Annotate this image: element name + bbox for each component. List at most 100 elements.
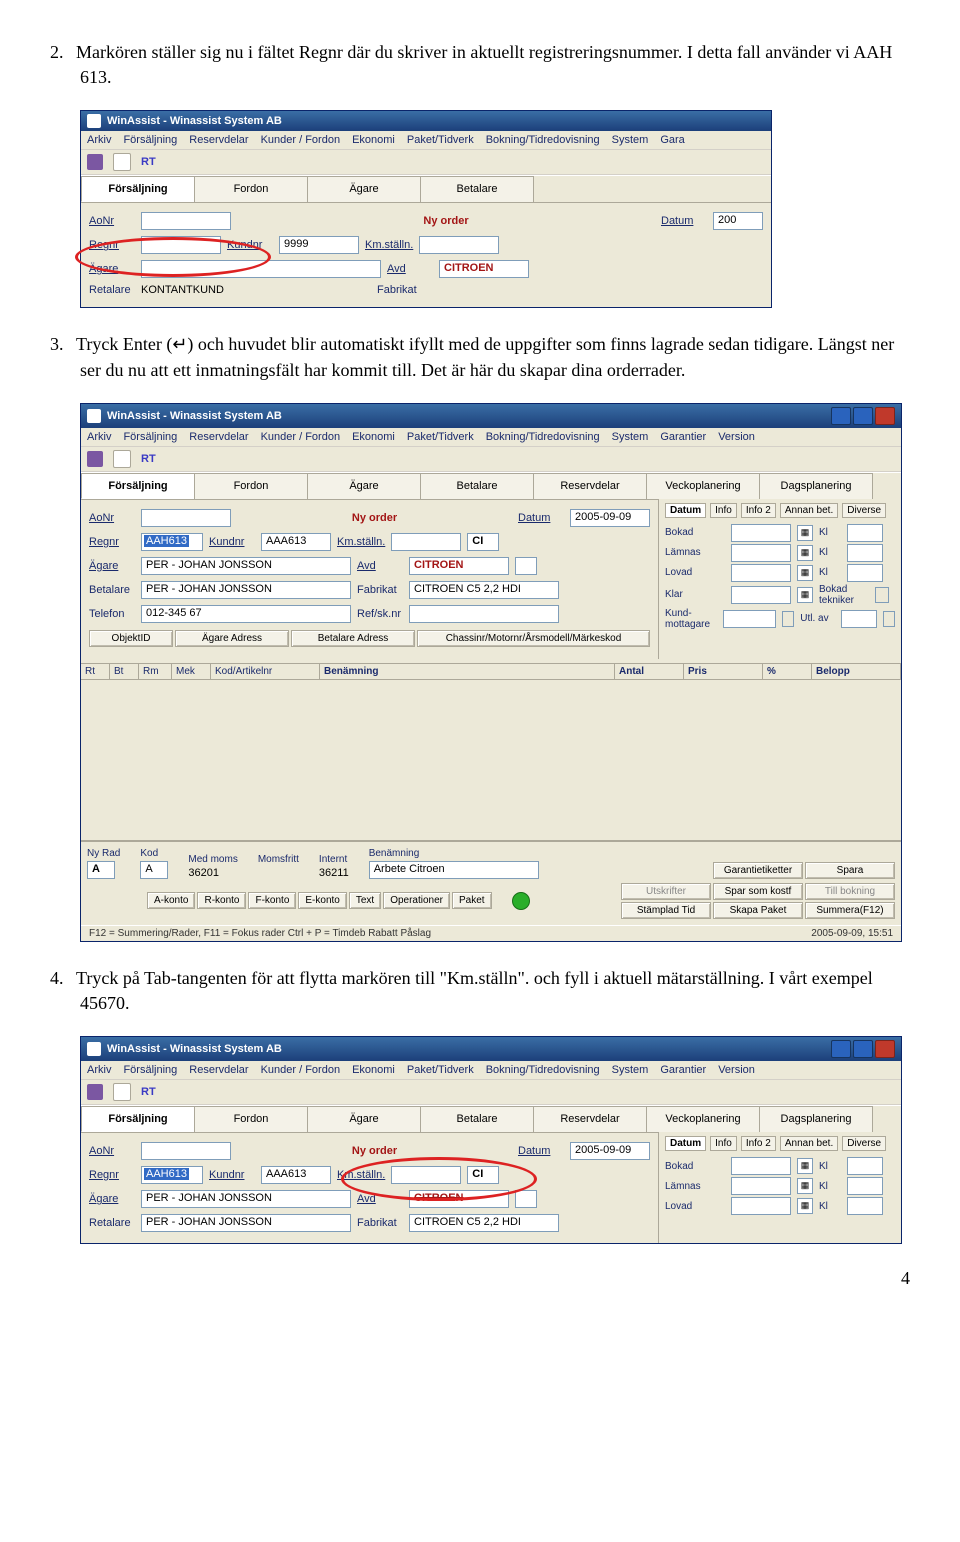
- tab-agare[interactable]: Ägare: [307, 1106, 421, 1132]
- kmstalln-field[interactable]: [391, 533, 461, 551]
- calendar-icon[interactable]: ▦: [797, 1178, 813, 1194]
- kl-field[interactable]: [847, 1197, 883, 1215]
- tab-dagsplanering[interactable]: Dagsplanering: [759, 1106, 873, 1132]
- menubar[interactable]: Arkiv Försäljning Reservdelar Kunder / F…: [81, 131, 771, 150]
- betalare-field[interactable]: PER - JOHAN JONSSON: [141, 581, 351, 599]
- kundnr-field[interactable]: AAA613: [261, 1166, 331, 1184]
- chassinr-button[interactable]: Chassinr/Motornr/Årsmodell/Märkeskod: [417, 630, 650, 647]
- ci-field[interactable]: CI: [467, 533, 499, 551]
- stamplad-tid-button[interactable]: Stämplad Tid: [621, 902, 711, 919]
- right-tab-annan[interactable]: Annan bet.: [780, 503, 838, 518]
- aonr-field[interactable]: [141, 509, 231, 527]
- ekonto-button[interactable]: E-konto: [298, 892, 346, 909]
- tab-agare[interactable]: Ägare: [307, 473, 421, 499]
- menu-item[interactable]: Kunder / Fordon: [261, 134, 341, 146]
- menu-item[interactable]: Reservdelar: [189, 134, 248, 146]
- rkonto-button[interactable]: R-konto: [197, 892, 246, 909]
- utl-dropdown[interactable]: [883, 611, 895, 627]
- kundnr-field[interactable]: AAA613: [261, 533, 331, 551]
- tab-betalare[interactable]: Betalare: [420, 473, 534, 499]
- kundmottagare-field[interactable]: [723, 610, 776, 628]
- close-button[interactable]: [875, 407, 895, 425]
- tab-betalare[interactable]: Betalare: [420, 176, 534, 202]
- nyrad-field[interactable]: A: [87, 861, 115, 879]
- regnr-field[interactable]: AAH613: [141, 533, 203, 551]
- toolbar-icon[interactable]: [87, 154, 103, 170]
- menu-item[interactable]: System: [612, 134, 649, 146]
- menu-item[interactable]: Paket/Tidverk: [407, 134, 474, 146]
- toolbar-icon[interactable]: [113, 1083, 131, 1101]
- datum-field[interactable]: 200: [713, 212, 763, 230]
- menu-item[interactable]: Försäljning: [123, 1064, 177, 1076]
- menu-item[interactable]: Paket/Tidverk: [407, 1064, 474, 1076]
- kod-field[interactable]: A: [140, 861, 168, 879]
- agare-field[interactable]: [141, 260, 381, 278]
- tab-forsaljning[interactable]: Försäljning: [81, 473, 195, 499]
- agare-field[interactable]: PER - JOHAN JONSSON: [141, 557, 351, 575]
- avd-dropdown[interactable]: [515, 1190, 537, 1208]
- lovad-field[interactable]: [731, 1197, 791, 1215]
- agare-adress-button[interactable]: Ägare Adress: [175, 630, 289, 647]
- akonto-button[interactable]: A-konto: [147, 892, 195, 909]
- menu-item[interactable]: Garantier: [660, 1064, 706, 1076]
- menu-item[interactable]: Ekonomi: [352, 431, 395, 443]
- menu-item[interactable]: Ekonomi: [352, 134, 395, 146]
- right-tab-datum[interactable]: Datum: [665, 1136, 706, 1151]
- calendar-icon[interactable]: ▦: [797, 1158, 813, 1174]
- toolbar-icon[interactable]: [113, 153, 131, 171]
- tab-forsaljning[interactable]: Försäljning: [81, 1106, 195, 1132]
- menu-item[interactable]: Garantier: [660, 431, 706, 443]
- betalare-adress-button[interactable]: Betalare Adress: [291, 630, 415, 647]
- right-tab-diverse[interactable]: Diverse: [842, 1136, 886, 1151]
- text-button[interactable]: Text: [349, 892, 381, 909]
- betalare-field[interactable]: PER - JOHAN JONSSON: [141, 1214, 351, 1232]
- utskrifter-button[interactable]: Utskrifter: [621, 883, 711, 900]
- menu-item[interactable]: Ekonomi: [352, 1064, 395, 1076]
- avd-field[interactable]: CITROEN: [409, 557, 509, 575]
- calendar-icon[interactable]: ▦: [797, 545, 813, 561]
- spara-button[interactable]: Spara: [805, 862, 895, 879]
- garantietiketter-button[interactable]: Garantietiketter: [713, 862, 803, 879]
- lamnas-field[interactable]: [731, 1177, 791, 1195]
- menu-item[interactable]: Version: [718, 431, 755, 443]
- tab-forsaljning[interactable]: Försäljning: [81, 176, 195, 202]
- avd-dropdown[interactable]: [515, 557, 537, 575]
- tekniker-dropdown[interactable]: [875, 587, 889, 603]
- maximize-button[interactable]: [853, 407, 873, 425]
- tab-betalare[interactable]: Betalare: [420, 1106, 534, 1132]
- tab-fordon[interactable]: Fordon: [194, 473, 308, 499]
- kl-field[interactable]: [847, 564, 883, 582]
- minimize-button[interactable]: [831, 407, 851, 425]
- bokad-field[interactable]: [731, 524, 791, 542]
- menu-item[interactable]: Försäljning: [123, 431, 177, 443]
- calendar-icon[interactable]: ▦: [797, 565, 813, 581]
- menu-item[interactable]: Version: [718, 1064, 755, 1076]
- datum-field[interactable]: 2005-09-09: [570, 509, 650, 527]
- tab-fordon[interactable]: Fordon: [194, 1106, 308, 1132]
- menu-item[interactable]: Försäljning: [123, 134, 177, 146]
- menu-item[interactable]: Bokning/Tidredovisning: [486, 134, 600, 146]
- kl-field[interactable]: [847, 1177, 883, 1195]
- regnr-field[interactable]: [141, 236, 221, 254]
- lamnas-field[interactable]: [731, 544, 791, 562]
- menu-item[interactable]: System: [612, 431, 649, 443]
- menu-item[interactable]: Kunder / Fordon: [261, 431, 341, 443]
- menubar[interactable]: Arkiv Försäljning Reservdelar Kunder / F…: [81, 428, 901, 447]
- objektid-button[interactable]: ObjektID: [89, 630, 173, 647]
- menu-item[interactable]: Reservdelar: [189, 1064, 248, 1076]
- menu-item[interactable]: Reservdelar: [189, 431, 248, 443]
- regnr-field[interactable]: AAH613: [141, 1166, 203, 1184]
- summera-button[interactable]: Summera(F12): [805, 902, 895, 919]
- klar-field[interactable]: [731, 586, 791, 604]
- ci-field[interactable]: CI: [467, 1166, 499, 1184]
- tab-agare[interactable]: Ägare: [307, 176, 421, 202]
- kundnr-field[interactable]: 9999: [279, 236, 359, 254]
- kl-field[interactable]: [847, 1157, 883, 1175]
- tab-reservdelar[interactable]: Reservdelar: [533, 473, 647, 499]
- right-tab-info2[interactable]: Info 2: [741, 1136, 776, 1151]
- bokad-field[interactable]: [731, 1157, 791, 1175]
- menu-item[interactable]: Arkiv: [87, 431, 111, 443]
- minimize-button[interactable]: [831, 1040, 851, 1058]
- menu-item[interactable]: Paket/Tidverk: [407, 431, 474, 443]
- maximize-button[interactable]: [853, 1040, 873, 1058]
